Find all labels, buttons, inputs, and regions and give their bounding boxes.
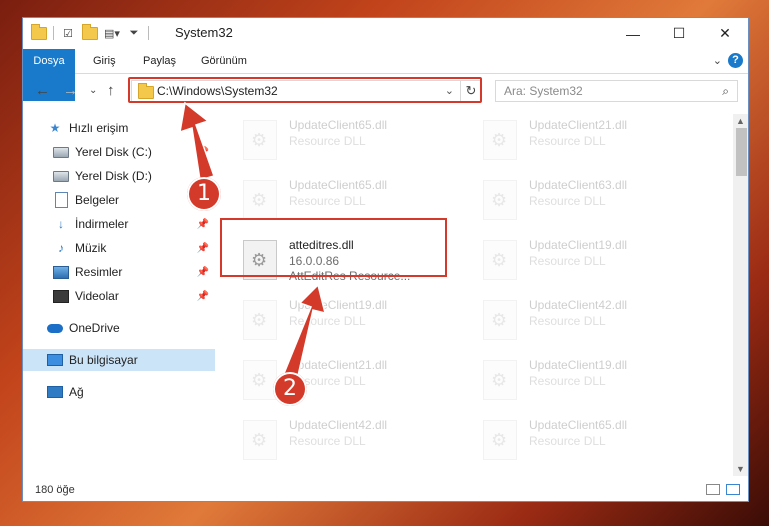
step-1-badge: 1 [187,177,221,211]
vertical-scrollbar[interactable]: ▲ ▼ [733,114,748,476]
music-icon: ♪ [58,241,64,255]
file-item[interactable]: UpdateClient42.dll Resource DLL [479,296,709,348]
file-highlight-box [220,218,447,277]
dll-file-icon [243,300,277,340]
title-bar: ☑ ▤▾ ⏷ System32 — ☐ ✕ [23,18,748,49]
maximize-button[interactable]: ☐ [656,18,702,49]
disk-icon [53,168,69,184]
pin-icon[interactable]: 📌 [197,243,209,254]
sidebar-item-disk-d[interactable]: Yerel Disk (D:) 📌 [23,165,215,187]
file-item[interactable]: UpdateClient42.dll Resource DLL [239,416,469,468]
tab-share[interactable]: Paylaş [131,49,188,73]
downloads-icon: ↓ [58,217,64,231]
sidebar-item-label: Bu bilgisayar [69,353,138,367]
quick-access-toolbar: ☑ ▤▾ ⏷ [31,23,149,41]
dll-file-icon [483,420,517,460]
up-arrow-icon[interactable]: ↑ [107,82,115,99]
file-item[interactable]: UpdateClient19.dll Resource DLL [479,356,709,408]
tiles-view-icon[interactable] [726,484,740,495]
expand-ribbon-icon[interactable]: ⌄ [713,54,722,67]
minimize-button[interactable]: — [610,18,656,49]
window-title: System32 [175,25,233,40]
star-icon: ★ [49,121,61,135]
sidebar-item-label: Yerel Disk (D:) [75,169,152,183]
sidebar-item-music[interactable]: ♪ Müzik 📌 [23,237,215,259]
sidebar-item-label: Müzik [75,241,107,255]
address-highlight-box [128,77,482,103]
dll-file-icon [483,120,517,160]
dll-file-icon [483,240,517,280]
sidebar-item-pictures[interactable]: Resimler 📌 [23,261,215,283]
pin-icon[interactable]: 📌 [197,267,209,278]
details-view-icon[interactable] [706,484,720,495]
computer-icon [47,352,63,368]
sidebar-item-label: Hızlı erişim [69,121,129,135]
file-item[interactable]: UpdateClient63.dll Resource DLL [479,176,709,228]
sidebar-item-label: Yerel Disk (C:) [75,145,152,159]
pin-icon[interactable]: 📌 [197,291,209,302]
tab-home[interactable]: Giriş [81,49,128,73]
navigation-bar: ← → ⌄ ↑ C:\Windows\System32 ⌄ ↻ Ara: Sys… [23,74,748,108]
dll-file-icon [243,360,277,400]
file-item[interactable]: UpdateClient65.dll Resource DLL [479,416,709,468]
onedrive-icon [47,320,63,336]
navigation-pane: ★ Hızlı erişim Yerel Disk (C:) 📌 Yerel D… [23,114,215,474]
sidebar-item-videos[interactable]: Videolar 📌 [23,285,215,307]
sidebar-item-label: Ağ [69,385,84,399]
dll-file-icon [243,180,277,220]
documents-icon [53,192,69,208]
network-icon [47,384,63,400]
disk-icon [53,144,69,160]
customize-toolbar-icon[interactable]: ▤▾ [104,25,120,41]
close-button[interactable]: ✕ [702,18,748,49]
dll-file-icon [483,300,517,340]
properties-icon[interactable]: ☑ [60,25,76,41]
sidebar-item-disk-c[interactable]: Yerel Disk (C:) 📌 [23,141,215,163]
sidebar-item-label: Belgeler [75,193,120,207]
separator [53,26,54,40]
sidebar-item-downloads[interactable]: ↓ İndirmeler 📌 [23,213,215,235]
pin-icon[interactable]: 📌 [197,219,209,230]
dll-file-icon [483,180,517,220]
forward-arrow-icon[interactable]: → [63,82,78,99]
window-controls: — ☐ ✕ [610,18,748,49]
tab-view[interactable]: Görünüm [189,49,259,73]
back-arrow-icon[interactable]: ← [35,82,50,99]
videos-icon [53,288,69,304]
scrollbar-thumb[interactable] [736,128,747,176]
file-item[interactable]: UpdateClient65.dll Resource DLL [239,116,469,168]
sidebar-item-network[interactable]: Ağ [23,381,215,403]
file-list: UpdateClient65.dll Resource DLL UpdateCl… [219,114,731,472]
search-icon[interactable]: ⌕ [722,84,729,99]
sidebar-item-quick-access[interactable]: ★ Hızlı erişim [23,117,215,139]
step-2-badge: 2 [273,372,307,406]
separator [148,26,149,40]
new-folder-icon[interactable] [82,23,98,41]
recent-locations-icon[interactable]: ⌄ [89,85,97,96]
sidebar-item-this-pc[interactable]: Bu bilgisayar [23,349,215,371]
dll-file-icon [483,360,517,400]
pin-icon[interactable]: 📌 [197,147,209,158]
search-input[interactable]: Ara: System32 ⌕ [495,80,738,102]
sidebar-item-label: Resimler [75,265,123,279]
file-item[interactable]: UpdateClient19.dll Resource DLL [239,296,469,348]
sidebar-item-label: OneDrive [69,321,120,335]
dll-file-icon [243,120,277,160]
scroll-up-icon[interactable]: ▲ [736,116,745,126]
sidebar-item-label: Videolar [75,289,119,303]
status-bar: 180 öğe [23,478,748,501]
ribbon-tabs: Dosya Giriş Paylaş Görünüm ⌄ ? [23,49,748,101]
file-item[interactable]: UpdateClient19.dll Resource DLL [479,236,709,288]
pictures-icon [53,264,69,280]
help-icon[interactable]: ? [728,53,743,68]
search-placeholder: Ara: System32 [504,84,583,98]
folder-icon [31,23,47,41]
file-item[interactable]: UpdateClient21.dll Resource DLL [479,116,709,168]
pin-dropdown-icon[interactable]: ⏷ [126,25,142,41]
sidebar-item-label: İndirmeler [75,217,129,231]
sidebar-item-onedrive[interactable]: OneDrive [23,317,215,339]
dll-file-icon [243,420,277,460]
item-count: 180 öğe [35,484,75,496]
scroll-down-icon[interactable]: ▼ [736,464,745,474]
